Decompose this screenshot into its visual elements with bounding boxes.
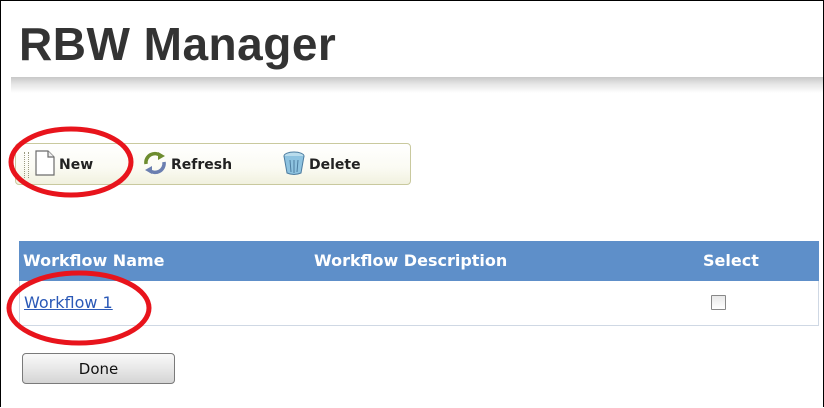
new-document-icon [34, 150, 56, 180]
delete-bin-icon [282, 150, 306, 180]
table-row: Workflow 1 [19, 281, 819, 326]
workflow-name-link[interactable]: Workflow 1 [24, 293, 113, 312]
column-header-select[interactable]: Select [703, 251, 759, 270]
toolbar: New Refresh Delete [15, 143, 411, 185]
refresh-icon [142, 150, 168, 180]
delete-button-label: Delete [309, 157, 361, 173]
column-header-workflow-description[interactable]: Workflow Description [314, 251, 507, 270]
page-title: RBW Manager [19, 18, 337, 70]
refresh-button[interactable]: Refresh [142, 151, 232, 179]
toolbar-grip [24, 152, 29, 178]
grid-header: Workflow Name Workflow Description Selec… [19, 241, 819, 281]
title-underline-bar [11, 77, 823, 93]
done-button[interactable]: Done [22, 353, 175, 384]
delete-button[interactable]: Delete [282, 151, 361, 179]
new-button-label: New [59, 157, 94, 173]
column-header-workflow-name[interactable]: Workflow Name [23, 251, 165, 270]
select-checkbox[interactable] [711, 295, 726, 310]
refresh-button-label: Refresh [171, 157, 233, 173]
new-button[interactable]: New [34, 150, 94, 180]
page-frame: RBW Manager New Refresh Delete Workflow … [0, 0, 824, 407]
